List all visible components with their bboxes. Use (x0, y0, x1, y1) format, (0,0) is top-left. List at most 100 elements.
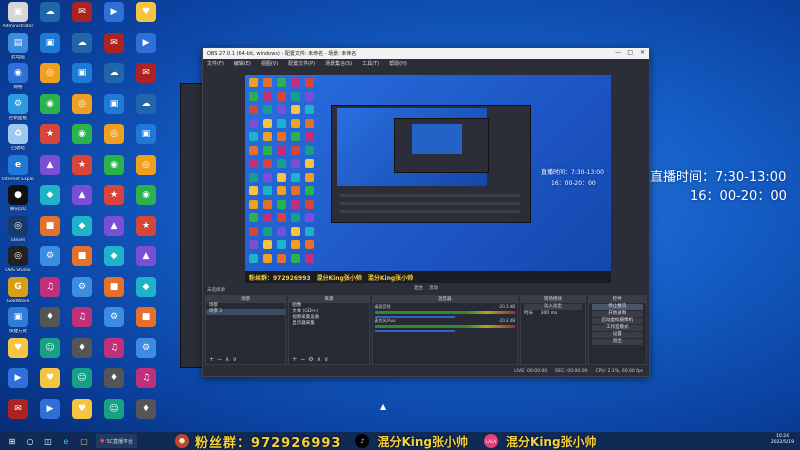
desktop-icon[interactable]: ◎ (66, 93, 98, 114)
desktop-icon[interactable]: ⚙ (98, 307, 130, 327)
obs-menu-item[interactable]: 文件(F) (207, 60, 224, 67)
minimize-icon[interactable]: — (615, 49, 621, 56)
obs-titlebar[interactable]: OBS 27.0.1 (64-bit, windows) - 配置文件: 未命名… (203, 48, 649, 59)
desktop-icon[interactable]: ♥ (130, 2, 162, 22)
desktop-icon[interactable]: ▣ Administrator (2, 2, 34, 29)
desktop-icon[interactable]: ★ (98, 185, 130, 205)
desktop-icon[interactable]: ▤ 此电脑 (2, 32, 34, 60)
studio-mode-button[interactable]: 工作室模式 (591, 325, 643, 331)
desktop-icon[interactable]: ♫ (130, 368, 162, 388)
maximize-icon[interactable]: □ (627, 49, 633, 56)
desktop-icon[interactable]: ★ (34, 124, 66, 144)
desktop-icon[interactable]: ▲ (66, 185, 98, 205)
desktop-icon[interactable]: ☁ (98, 63, 130, 83)
desktop-icon[interactable]: ■ (34, 215, 66, 236)
desktop-icon[interactable]: eInternet Explorer (2, 154, 34, 182)
desktop-icon[interactable]: ♫ (66, 307, 98, 327)
desktop-icon[interactable]: ◆ (130, 276, 162, 297)
settings-button[interactable]: 设置 (591, 332, 643, 338)
desktop-icon[interactable]: ■ (98, 276, 130, 297)
desktop-icon[interactable]: ▶ (98, 2, 130, 22)
desktop-icon[interactable]: ★ (130, 215, 162, 236)
exit-button[interactable]: 退出 (591, 339, 643, 345)
desktop-icon[interactable]: ✉ (66, 2, 98, 22)
obs-menu-item[interactable]: 帮助(H) (389, 60, 407, 67)
scene-item[interactable]: 场景 2 (206, 309, 286, 315)
task-view-icon[interactable]: ◫ (42, 435, 54, 447)
obs-window[interactable]: OBS 27.0.1 (64-bit, windows) - 配置文件: 未命名… (202, 47, 650, 377)
mixer-channel[interactable]: 麦克风/Aux -20.3 dB (373, 317, 518, 332)
obs-menu-item[interactable]: 场景集合(S) (325, 60, 352, 67)
desktop-icon[interactable]: ♦ (130, 398, 162, 419)
preview-mode-mix[interactable]: 混合 (414, 285, 423, 291)
desktop-icon[interactable]: ♦ (66, 337, 98, 358)
desktop-icon[interactable]: ♦ (34, 307, 66, 327)
obs-preview[interactable]: 直播时间：7:30-13:00 16：00-20：00 粉丝群：97292699… (245, 75, 611, 283)
system-clock[interactable]: 10:24 2022/5/19 (771, 434, 794, 446)
desktop-icon[interactable]: ▣ (34, 32, 66, 53)
desktop-icon[interactable]: G GoldWave (2, 276, 34, 304)
desktop-icon[interactable]: ▶ (34, 398, 66, 419)
volume-slider[interactable] (374, 330, 455, 332)
desktop-icon[interactable]: ✉ (98, 32, 130, 53)
desktop-icon[interactable]: ☁ (66, 32, 98, 53)
desktop-icon[interactable]: ▣ 快捷方式 (2, 307, 34, 334)
desktop-icon[interactable]: ◎ Steam (2, 215, 34, 243)
desktop-icon[interactable]: ☺ (34, 337, 66, 358)
desktop-icon[interactable]: ▲ (130, 246, 162, 266)
obs-menu-item[interactable]: 配置文件(P) (288, 60, 315, 67)
desktop-icon[interactable]: ■ (130, 307, 162, 327)
desktop-icon[interactable]: ◉ (34, 93, 66, 114)
stop-streaming-button[interactable]: 停止推流 (591, 304, 643, 310)
desktop-icon[interactable]: ▲ (34, 154, 66, 175)
desktop-icon[interactable]: ◆ (34, 185, 66, 205)
sources-toolbar[interactable]: +−⚙∧∨ (292, 356, 331, 363)
taskbar-app-button[interactable]: ● SC直播平台 (96, 434, 138, 448)
desktop-icon[interactable]: ♥ (2, 337, 34, 358)
desktop-icon[interactable]: ★ (66, 154, 98, 175)
desktop-icon[interactable]: ▣ (98, 93, 130, 114)
desktop-icon[interactable]: ◎ (130, 154, 162, 175)
obs-menu-item[interactable]: 工具(T) (362, 60, 379, 67)
desktop-icon[interactable]: ♦ (98, 368, 130, 388)
mixer-channel[interactable]: 桌面音频 -20.3 dB (373, 303, 518, 318)
start-recording-button[interactable]: 开始录制 (591, 311, 643, 317)
preview-mode-active[interactable]: 活动 (429, 285, 438, 291)
desktop-icon[interactable]: ⚙ (66, 276, 98, 297)
desktop-icon[interactable]: ◉ (98, 154, 130, 175)
desktop-icon[interactable]: ◉ (66, 124, 98, 144)
desktop-icon[interactable]: ◆ (98, 246, 130, 266)
obs-menu-item[interactable]: 编辑(E) (234, 60, 251, 67)
desktop-icon[interactable]: ▶ (2, 368, 34, 388)
desktop-icon[interactable]: ✉ (130, 63, 162, 83)
explorer-icon[interactable]: ▢ (78, 435, 90, 447)
desktop-icon[interactable]: ⚙ 控制面板 (2, 93, 34, 121)
desktop-icon[interactable]: ▣ (130, 124, 162, 144)
desktop-icon[interactable]: ♥ (66, 398, 98, 419)
source-item[interactable]: 显示器采集 (289, 321, 368, 327)
desktop-icon[interactable]: ♫ (34, 276, 66, 297)
scenes-toolbar[interactable]: +−∧∨ (209, 356, 240, 363)
desktop-icon[interactable]: ◎ (34, 63, 66, 83)
desktop-icon[interactable]: ☺ (66, 368, 98, 388)
close-icon[interactable]: ✕ (640, 49, 645, 56)
desktop-icon[interactable]: ◆ (66, 215, 98, 236)
desktop-icon[interactable]: ♻ 回收站 (2, 124, 34, 151)
desktop-icon[interactable]: ▶ (130, 32, 162, 53)
desktop-icon[interactable]: ☁ (34, 2, 66, 22)
desktop-icon[interactable]: ■ (66, 246, 98, 266)
windows-start-icon[interactable]: ⊞ (6, 435, 18, 447)
desktop-icon[interactable]: ● 腾讯QQ (2, 185, 34, 212)
search-icon[interactable]: ○ (24, 435, 36, 447)
desktop-icon[interactable]: ◎ (98, 124, 130, 144)
desktop-icon[interactable]: ◉ 网络 (2, 63, 34, 90)
desktop-icon[interactable]: ▣ (66, 63, 98, 83)
virtual-camera-button[interactable]: 启动虚拟摄像机 (591, 318, 643, 324)
desktop-icon[interactable]: ✉ (2, 398, 34, 419)
desktop-icon[interactable]: ◉ (130, 185, 162, 205)
desktop-icon[interactable]: ⚙ (130, 337, 162, 358)
desktop-icon[interactable]: ☺ (98, 398, 130, 419)
desktop-icon[interactable]: ◎ OBS Studio (2, 246, 34, 273)
desktop-icon[interactable]: ▲ (98, 215, 130, 236)
desktop-icon[interactable]: ⚙ (34, 246, 66, 266)
